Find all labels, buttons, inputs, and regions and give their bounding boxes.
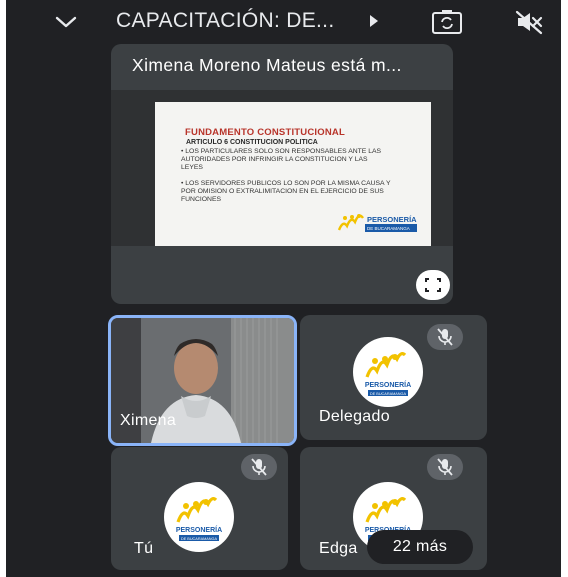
presentation-slide: FUNDAMENTO CONSTITUCIONAL ARTICULO 6 CON… [155, 102, 431, 246]
slide-logo-text: PERSONERÍA [367, 215, 417, 224]
mic-off-badge [427, 454, 463, 480]
participant-name: Edga [319, 540, 358, 557]
mic-off-icon [437, 328, 453, 346]
personeria-logo: PERSONERÍA DE BUCARAMANGA [176, 497, 222, 541]
mic-off-badge [241, 454, 277, 480]
avatar: PERSONERÍA DE BUCARAMANGA [353, 337, 423, 407]
presentation-tile[interactable]: Ximena Moreno Mateus está m... FUNDAMENT… [111, 44, 453, 304]
fullscreen-icon [425, 278, 441, 292]
mic-off-icon [437, 458, 453, 476]
slide-logo-subtext: DE BUCARAMANGA [367, 226, 410, 231]
slide-subtitle: ARTICULO 6 CONSTITUCION POLITICA [186, 139, 318, 146]
avatar-logo-line1: PERSONERÍA [365, 380, 411, 389]
participant-name: Tú [134, 540, 154, 557]
presenter-label: Ximena Moreno Mateus está m... [132, 55, 402, 75]
meet-window: CAPACITACIÓN: DE... Ximena Moreno Mateus… [6, 0, 561, 577]
meeting-title[interactable]: CAPACITACIÓN: DE... [116, 9, 334, 33]
avatar-logo-line2: DE BUCARAMANGA [370, 392, 407, 396]
slide-bullet: • LOS SERVIDORES PUBLICOS LO SON POR LA … [181, 180, 391, 203]
switch-camera-icon[interactable] [430, 8, 464, 36]
slide-bullet: • LOS PARTICULARES SOLO SON RESPONSABLES… [181, 148, 382, 171]
mic-off-badge [427, 324, 463, 350]
avatar-logo-line1: PERSONERÍA [176, 525, 222, 534]
play-arrow-icon[interactable] [368, 12, 380, 30]
participant-tile-tu[interactable]: PERSONERÍA DE BUCARAMANGA Tú [111, 447, 288, 570]
participant-name: Delegado [319, 408, 390, 425]
chevron-down-icon[interactable] [54, 10, 78, 34]
participant-tile-ximena[interactable]: Ximena [108, 315, 297, 446]
avatar-logo-line2: DE BUCARAMANGA [181, 537, 218, 541]
speaker-off-icon[interactable] [514, 8, 544, 36]
avatar: PERSONERÍA DE BUCARAMANGA [164, 482, 234, 552]
participant-tile-delegado[interactable]: PERSONERÍA DE BUCARAMANGA Delegado [300, 315, 487, 440]
slide-title: FUNDAMENTO CONSTITUCIONAL [185, 127, 345, 138]
mic-off-icon [251, 458, 267, 476]
top-bar: CAPACITACIÓN: DE... [6, 0, 561, 44]
more-participants-button[interactable]: 22 más [367, 530, 473, 564]
personeria-logo: PERSONERÍA DE BUCARAMANGA [365, 352, 411, 396]
fullscreen-button[interactable] [416, 270, 450, 300]
personeria-logo: PERSONERÍA DE BUCARAMANGA [337, 212, 419, 234]
participant-name: Ximena [120, 412, 177, 429]
